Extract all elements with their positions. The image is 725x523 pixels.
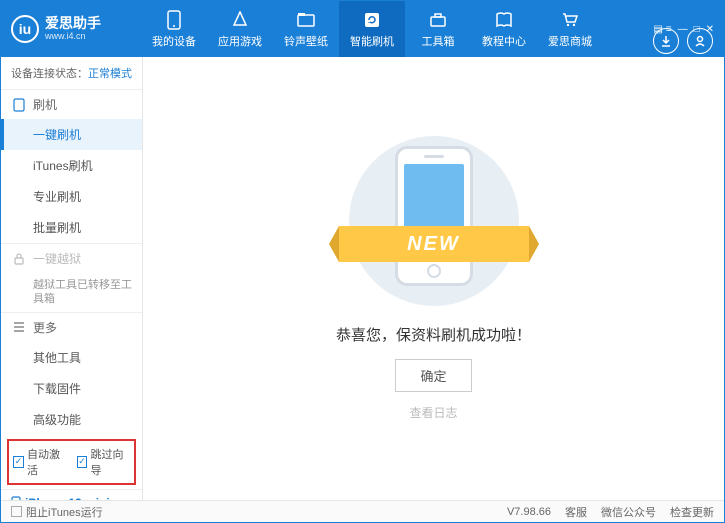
nav-tutorials[interactable]: 教程中心 — [471, 1, 537, 57]
lock-icon — [13, 253, 25, 265]
group-label: 刷机 — [33, 96, 57, 113]
nav-store[interactable]: 爱思商城 — [537, 1, 603, 57]
device-name: iPhone 12 mini — [11, 496, 132, 500]
sidebar-item-itunes[interactable]: iTunes刷机 — [1, 150, 142, 181]
apps-icon — [230, 10, 250, 30]
cb-auto-activate[interactable]: ✓自动激活 — [13, 446, 67, 478]
nav-flash[interactable]: 智能刷机 — [339, 1, 405, 57]
cart-icon — [560, 10, 580, 30]
refresh-icon — [362, 10, 382, 30]
nav-label: 铃声壁纸 — [284, 33, 328, 49]
device-block[interactable]: iPhone 12 mini 64GB Down-12mini-13,1 — [1, 489, 142, 500]
sidebar-item-other[interactable]: 其他工具 — [1, 342, 142, 373]
group-flash[interactable]: 刷机 — [1, 89, 142, 119]
nav-label: 爱思商城 — [548, 33, 592, 49]
conn-mode: 正常模式 — [88, 68, 132, 80]
download-icon[interactable] — [653, 28, 679, 54]
toolbox-icon — [428, 10, 448, 30]
jailbreak-note: 越狱工具已转移至工具箱 — [1, 273, 142, 312]
device-icon — [11, 496, 21, 500]
cb-block-itunes[interactable]: 阻止iTunes运行 — [11, 504, 103, 520]
sidebar-item-pro[interactable]: 专业刷机 — [1, 181, 142, 212]
success-message: 恭喜您，保资料刷机成功啦！ — [336, 324, 531, 345]
confirm-button[interactable]: 确定 — [395, 359, 471, 392]
main-nav: 我的设备 应用游戏 铃声壁纸 智能刷机 工具箱 教程中心 爱思商城 — [141, 1, 603, 57]
folder-icon — [296, 10, 316, 30]
new-banner: NEW — [339, 226, 529, 262]
sidebar: 设备连接状态：正常模式 刷机 一键刷机 iTunes刷机 专业刷机 批量刷机 一… — [1, 57, 143, 500]
footer-update[interactable]: 检查更新 — [670, 504, 714, 520]
sidebar-item-oneclick[interactable]: 一键刷机 — [1, 119, 142, 150]
phone-small-icon — [13, 98, 25, 112]
group-more[interactable]: 更多 — [1, 312, 142, 342]
list-icon — [13, 322, 25, 332]
group-label: 一键越狱 — [33, 250, 81, 267]
phone-icon — [164, 10, 184, 30]
group-jailbreak[interactable]: 一键越狱 — [1, 243, 142, 273]
nav-my-device[interactable]: 我的设备 — [141, 1, 207, 57]
footer-service[interactable]: 客服 — [565, 504, 587, 520]
success-illustration: NEW — [349, 136, 519, 306]
nav-label: 智能刷机 — [350, 33, 394, 49]
logo: iu 爱思助手 www.i4.cn — [11, 15, 141, 43]
cb-label: 自动激活 — [27, 446, 67, 478]
cb-label: 跳过向导 — [90, 446, 130, 478]
nav-label: 应用游戏 — [218, 33, 262, 49]
nav-apps[interactable]: 应用游戏 — [207, 1, 273, 57]
conn-label: 设备连接状态： — [11, 68, 88, 80]
nav-label: 教程中心 — [482, 33, 526, 49]
checkbox-highlight: ✓自动激活 ✓跳过向导 — [7, 439, 136, 485]
sidebar-item-firmware[interactable]: 下载固件 — [1, 373, 142, 404]
app-url: www.i4.cn — [45, 32, 101, 42]
sidebar-item-batch[interactable]: 批量刷机 — [1, 212, 142, 243]
cb-skip-guide[interactable]: ✓跳过向导 — [77, 446, 131, 478]
nav-label: 我的设备 — [152, 33, 196, 49]
book-icon — [494, 10, 514, 30]
top-bar: iu 爱思助手 www.i4.cn 我的设备 应用游戏 铃声壁纸 智能刷机 工具… — [1, 1, 724, 57]
view-log-link[interactable]: 查看日志 — [409, 404, 457, 421]
nav-ringtones[interactable]: 铃声壁纸 — [273, 1, 339, 57]
nav-label: 工具箱 — [422, 33, 455, 49]
footer: 阻止iTunes运行 V7.98.66 客服 微信公众号 检查更新 — [1, 500, 724, 522]
logo-icon: iu — [11, 15, 39, 43]
connection-status: 设备连接状态：正常模式 — [1, 57, 142, 89]
user-icon[interactable] — [687, 28, 713, 54]
footer-wechat[interactable]: 微信公众号 — [601, 504, 656, 520]
nav-toolbox[interactable]: 工具箱 — [405, 1, 471, 57]
version-text: V7.98.66 — [507, 506, 551, 518]
content-area: NEW 恭喜您，保资料刷机成功啦！ 确定 查看日志 — [143, 57, 724, 500]
sidebar-item-advanced[interactable]: 高级功能 — [1, 404, 142, 435]
app-title: 爱思助手 — [45, 16, 101, 31]
group-label: 更多 — [33, 319, 57, 336]
cb-label: 阻止iTunes运行 — [26, 504, 103, 520]
